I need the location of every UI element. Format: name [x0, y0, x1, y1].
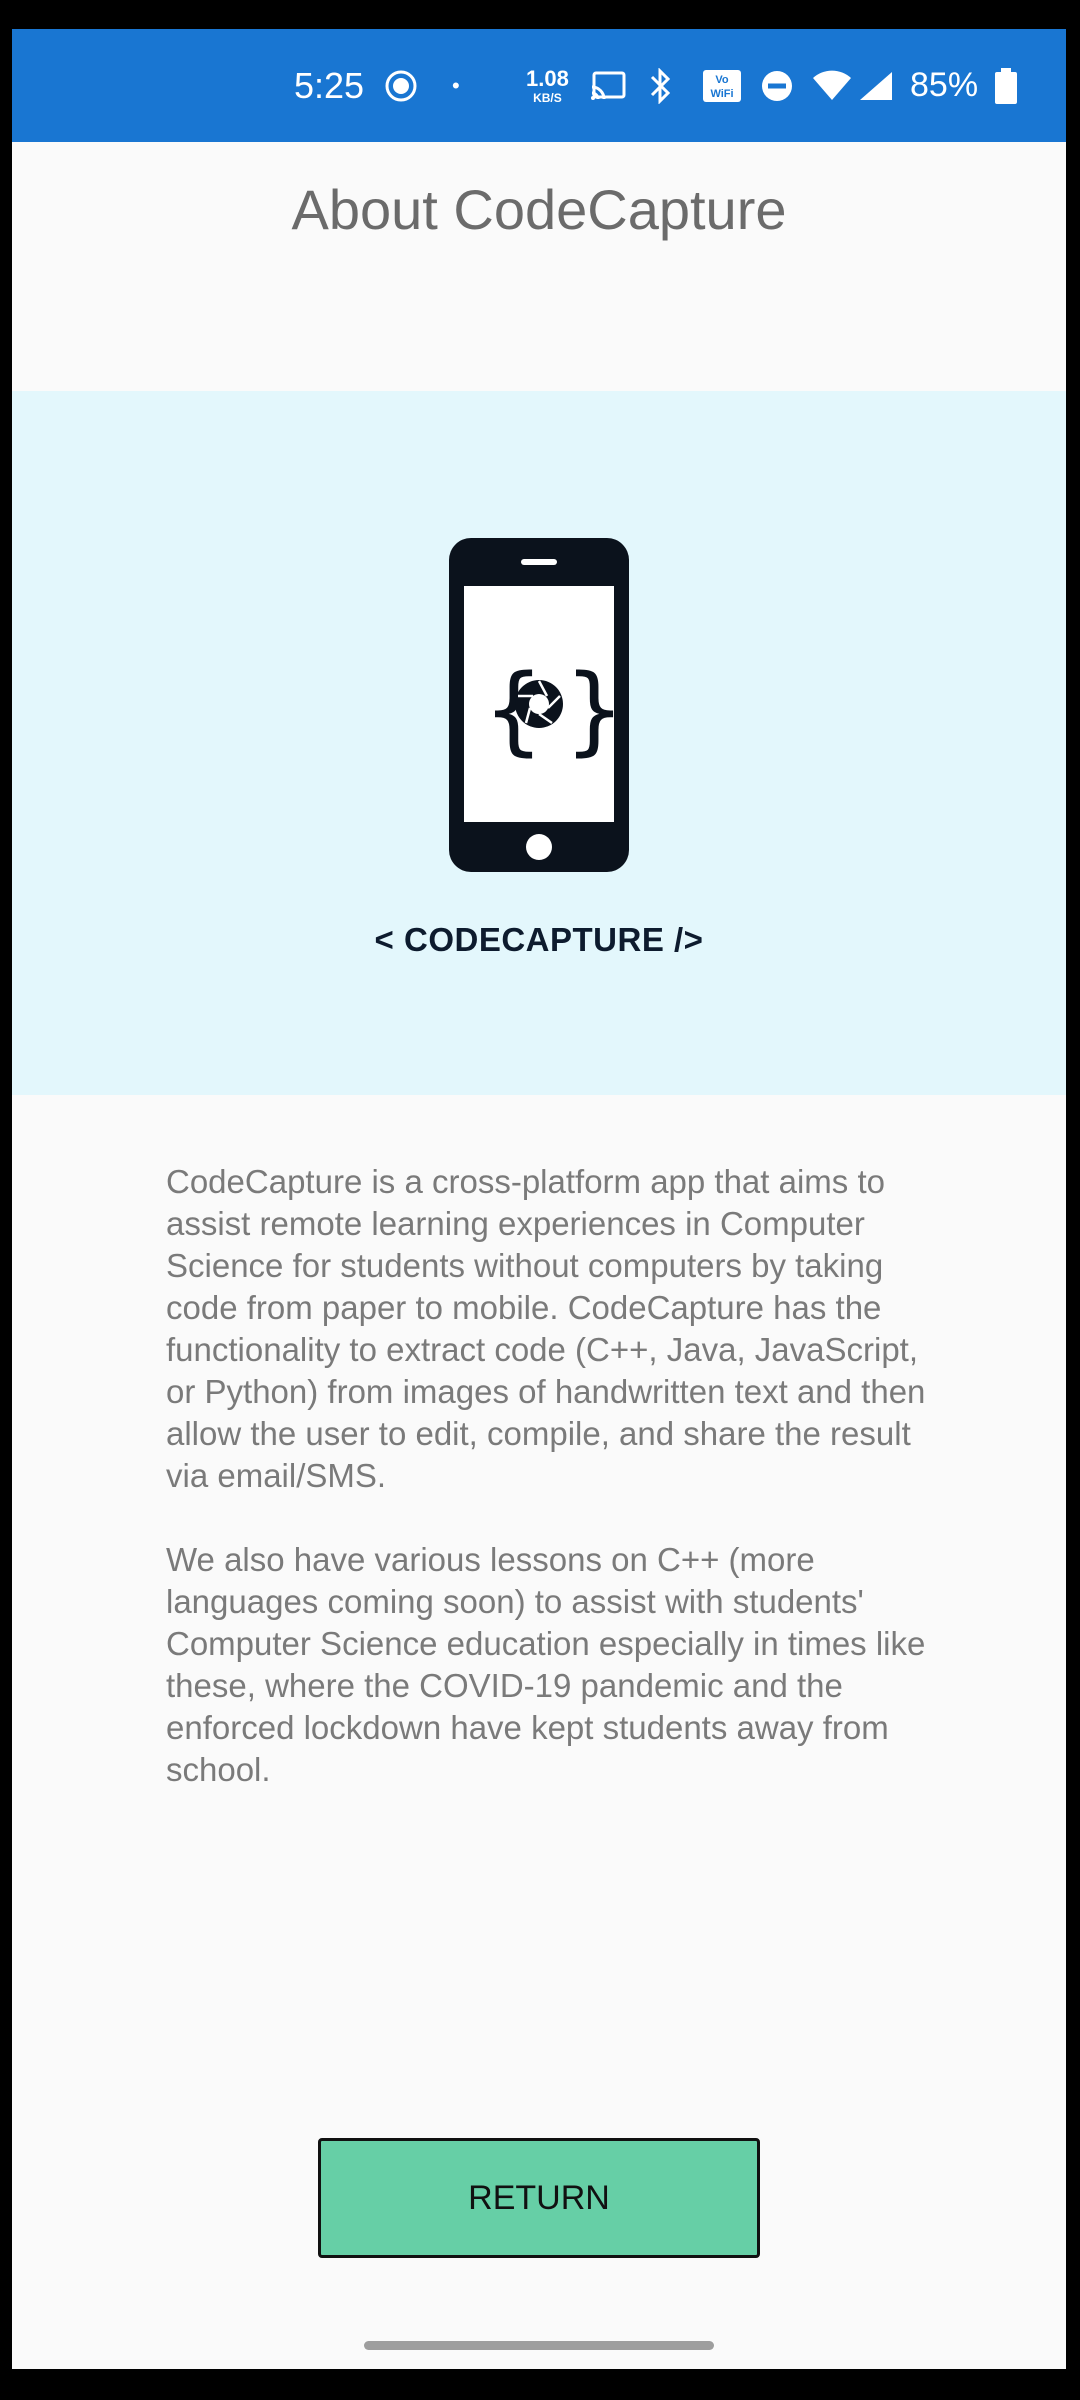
- bluetooth-icon: [648, 29, 672, 142]
- status-time: 5:25: [294, 64, 365, 106]
- phone-code-capture-logo-icon: { }: [449, 538, 629, 872]
- svg-text:Vo: Vo: [715, 74, 729, 86]
- volte-wifi-icon: Vo WiFi: [702, 29, 742, 142]
- svg-text:}: }: [564, 654, 625, 766]
- about-paragraph-2: We also have various lessons on C++ (mor…: [166, 1541, 926, 1788]
- battery-icon: [994, 29, 1018, 142]
- network-speed-value: 1.08: [526, 65, 569, 91]
- logo-wordmark: < CODECAPTURE />: [374, 921, 704, 958]
- app-screen: 5:25 • 1.08 KB/S Vo WiFi 85% About CodeC…: [12, 29, 1066, 2369]
- network-speed: 1.08 KB/S: [526, 29, 569, 142]
- return-button[interactable]: RETURN: [318, 2138, 760, 2258]
- wifi-icon: [812, 29, 852, 142]
- battery-percent: 85%: [910, 66, 979, 104]
- about-paragraph-1: CodeCapture is a cross-platform app that…: [166, 1163, 926, 1494]
- logo-panel: { } < CODECAPTURE />: [12, 391, 1066, 1095]
- status-bar: 5:25 • 1.08 KB/S Vo WiFi 85%: [12, 29, 1066, 142]
- cast-icon: [590, 29, 626, 142]
- home-indicator[interactable]: [364, 2341, 714, 2350]
- svg-text:WiFi: WiFi: [710, 88, 733, 100]
- screen-record-icon: [384, 29, 418, 142]
- notification-dot: •: [452, 72, 460, 98]
- network-speed-unit: KB/S: [533, 90, 562, 105]
- page-title: About CodeCapture: [291, 178, 787, 241]
- do-not-disturb-icon: [760, 29, 794, 142]
- about-description: CodeCapture is a cross-platform app that…: [166, 1161, 926, 1833]
- signal-icon: [858, 29, 894, 142]
